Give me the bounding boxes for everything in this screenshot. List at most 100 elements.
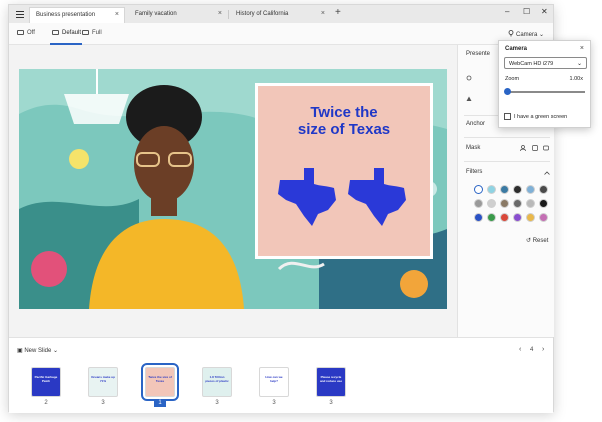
chevron-down-icon: ⌄ — [576, 61, 582, 67]
filter-swatch[interactable] — [474, 213, 483, 222]
chevron-down-icon: ⌄ — [53, 348, 59, 354]
tab-history-of-california[interactable]: History of California × — [230, 7, 330, 23]
slide-content-card[interactable]: Twice the size of Texas — [255, 83, 433, 259]
slide-title[interactable]: Twice the size of Texas — [258, 104, 430, 138]
slide-thumbnail[interactable]: Twice the size of Texas — [141, 363, 179, 401]
slide-title-line: size of Texas — [297, 121, 391, 138]
thumbnail-title: How can we help? — [265, 375, 283, 383]
filter-swatch[interactable] — [500, 199, 509, 208]
filter-swatch[interactable] — [487, 213, 496, 222]
maximize-button[interactable]: ☐ — [523, 7, 530, 16]
filter-swatch[interactable] — [500, 185, 509, 194]
mode-full-button[interactable]: Full — [82, 30, 102, 36]
thumbnail-title: 1.8 Trillion pieces of plastic — [205, 375, 229, 383]
thumbnail-title: Oceans make up 71% — [91, 375, 115, 383]
camera-menu-label: Camera — [516, 32, 538, 38]
zoom-label: Zoom — [505, 76, 520, 82]
thumbnail-title: Twice the size of Texas — [148, 375, 172, 383]
mode-label: Default — [62, 30, 82, 36]
filter-swatch[interactable] — [526, 213, 535, 222]
frame-full-icon — [82, 30, 89, 35]
tab-label: Family vacation — [135, 11, 177, 17]
previous-slide-button[interactable]: ‹ — [519, 346, 521, 353]
thumbnail-title: Please recycle and reduce use — [319, 375, 342, 383]
tab-family-vacation[interactable]: Family vacation × — [129, 7, 227, 23]
new-slide-label: New Slide — [24, 348, 52, 354]
mask-label: Mask — [466, 145, 481, 151]
filter-swatch[interactable] — [474, 185, 483, 194]
minimize-button[interactable]: – — [505, 7, 509, 16]
next-slide-button[interactable]: › — [542, 346, 544, 353]
mask-portrait-icon[interactable] — [532, 145, 538, 151]
slide-filmstrip: ▣ New Slide ⌄ ‹ 4 › Pacific Garbage Patc… — [9, 337, 553, 413]
mask-person-icon[interactable] — [520, 145, 526, 151]
camera-device-value: WebCam HD i279 — [509, 61, 554, 67]
zoom-slider-track[interactable] — [507, 91, 585, 93]
tab-business-presentation[interactable]: Business presentation × — [29, 7, 125, 23]
app-window: Business presentation × Family vacation … — [8, 4, 554, 413]
camera-settings-popup: Camera × WebCam HD i279 ⌄ Zoom 1.00x I h… — [498, 40, 591, 128]
slide-thumbnail[interactable]: 1.8 Trillion pieces of plastic — [202, 367, 232, 397]
close-icon[interactable]: × — [580, 45, 584, 52]
camera-menu-button[interactable]: Camera ⌄ — [508, 30, 544, 38]
thumbnail-title: Pacific Garbage Patch — [34, 375, 58, 383]
chevron-down-icon: ⌄ — [539, 32, 545, 38]
anchor-label: Anchor — [466, 121, 486, 127]
thumbnail-count: 3 — [329, 400, 333, 406]
reset-icon: ↺ — [526, 238, 533, 244]
filter-swatch[interactable] — [474, 199, 483, 208]
tab-bar: Business presentation × Family vacation … — [9, 5, 553, 23]
green-screen-label: I have a green screen — [514, 114, 568, 120]
filter-swatch[interactable] — [513, 199, 522, 208]
filter-swatch[interactable] — [526, 199, 535, 208]
mask-landscape-icon[interactable] — [543, 145, 549, 151]
slide-thumbnail[interactable]: How can we help? — [259, 367, 289, 397]
filter-swatch[interactable] — [500, 213, 509, 222]
panel-divider — [464, 137, 550, 138]
tab-close-icon[interactable]: × — [115, 11, 119, 18]
filter-swatch[interactable] — [539, 185, 548, 194]
toolbar: Off Default Full Camera ⌄ — [9, 23, 553, 45]
slide-thumbnail[interactable]: Please recycle and reduce use — [316, 367, 346, 397]
reset-label: Reset — [532, 238, 549, 244]
zoom-slider-thumb[interactable] — [504, 88, 511, 95]
filter-swatch[interactable] — [539, 213, 548, 222]
chevron-up-icon[interactable] — [544, 171, 550, 175]
tab-label: History of California — [236, 11, 289, 17]
mode-off-button[interactable]: Off — [17, 30, 35, 36]
new-tab-button[interactable]: + — [335, 7, 341, 18]
camera-device-select[interactable]: WebCam HD i279 ⌄ — [504, 57, 587, 69]
filter-swatch[interactable] — [487, 199, 496, 208]
camera-icon — [508, 30, 514, 37]
mode-default-button[interactable]: Default — [52, 30, 81, 36]
texas-shape — [278, 168, 336, 226]
texas-shape — [348, 168, 406, 226]
slide-thumbnail[interactable]: Oceans make up 71% — [88, 367, 118, 397]
zoom-value: 1.00x — [569, 76, 583, 82]
filter-swatch[interactable] — [539, 199, 548, 208]
filter-swatch[interactable] — [513, 213, 522, 222]
tab-close-icon[interactable]: × — [218, 10, 222, 17]
stage-area: Twice the size of Texas — [9, 45, 457, 337]
green-screen-checkbox[interactable] — [504, 113, 511, 120]
frame-off-icon — [17, 30, 24, 35]
filter-swatch[interactable] — [513, 185, 522, 194]
slide-title-line: Twice the — [310, 104, 378, 121]
filter-swatch[interactable] — [526, 185, 535, 194]
hamburger-menu-icon[interactable] — [13, 8, 27, 20]
tab-close-icon[interactable]: × — [321, 10, 325, 17]
slide-canvas[interactable]: Twice the size of Texas — [19, 69, 447, 309]
close-window-button[interactable]: ✕ — [541, 7, 548, 16]
contrast-icon — [466, 96, 472, 101]
mode-label: Full — [92, 30, 102, 36]
brightness-icon — [466, 75, 472, 81]
tab-label: Business presentation — [36, 12, 96, 18]
reset-button[interactable]: ↺ Reset — [526, 237, 548, 244]
new-slide-button[interactable]: ▣ New Slide ⌄ — [17, 347, 58, 354]
texas-shapes-graphic — [278, 168, 406, 226]
slide-thumbnail[interactable]: Pacific Garbage Patch — [31, 367, 61, 397]
panel-divider — [464, 161, 550, 162]
filters-label: Filters — [466, 169, 483, 175]
page-number: 4 — [530, 347, 534, 353]
filter-swatch[interactable] — [487, 185, 496, 194]
